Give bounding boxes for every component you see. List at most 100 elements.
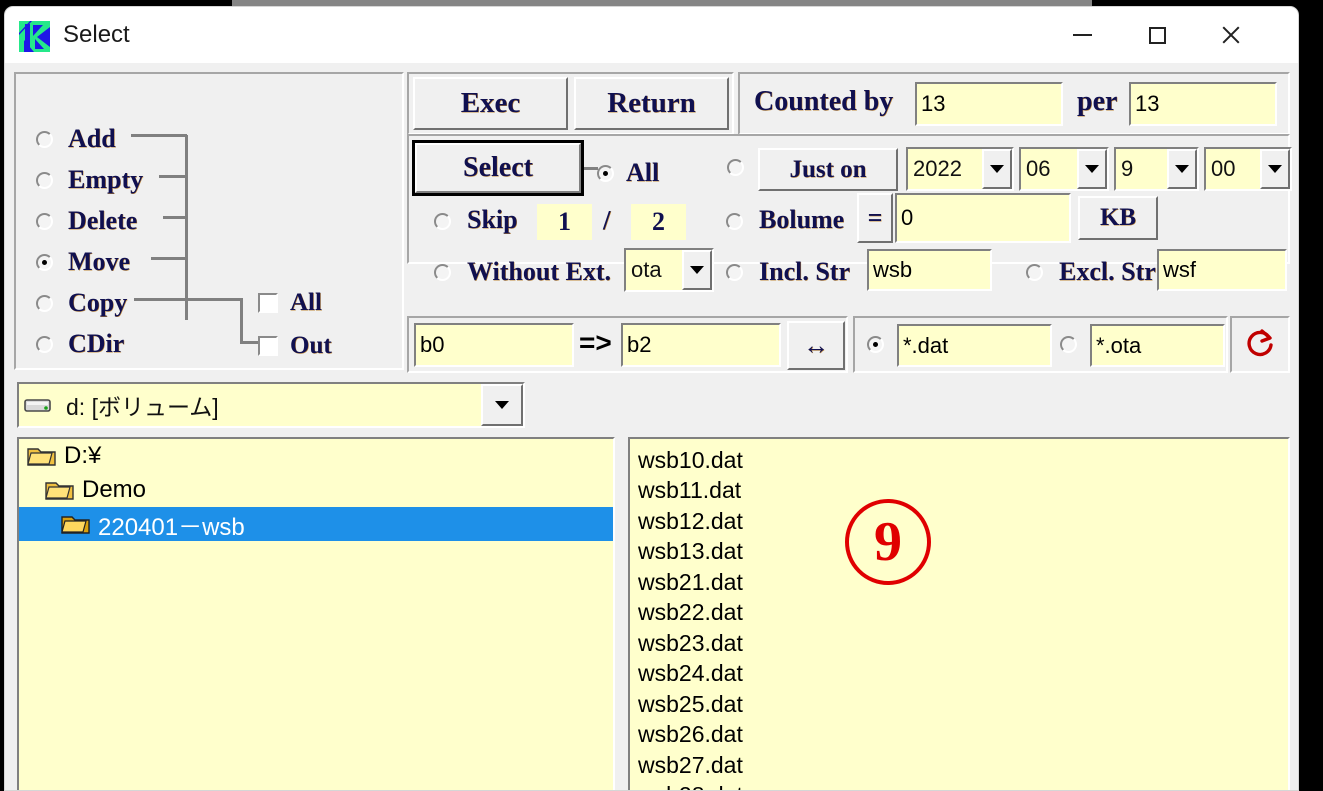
radio-without-ext[interactable] — [434, 264, 451, 281]
refresh-icon — [1247, 328, 1273, 356]
rename-to-input[interactable]: b2 — [621, 323, 781, 367]
drive-dropdown[interactable]: d: [ボリューム] — [17, 382, 525, 428]
folder-tree-pane[interactable]: D:¥ Demo 220401－wsb — [17, 437, 615, 790]
bolume-operator-button[interactable]: = — [857, 193, 893, 243]
list-item[interactable]: wsb27.dat — [630, 750, 1288, 781]
filter-dat-input[interactable]: *.dat — [897, 324, 1052, 367]
operation-option-copy[interactable]: Copy — [36, 288, 127, 318]
incl-str-value: wsb — [873, 257, 913, 282]
filter-group: *.dat *.ota — [853, 316, 1228, 373]
window-title: Select — [63, 21, 130, 48]
client-area: Add Empty Delete Move Copy CDir All Out … — [5, 63, 1298, 790]
list-item[interactable]: wsb24.dat — [630, 659, 1288, 690]
operation-option-add[interactable]: Add — [36, 124, 116, 154]
list-item[interactable]: wsb21.dat — [630, 567, 1288, 598]
list-item[interactable]: wsb22.dat — [630, 598, 1288, 629]
incl-str-input[interactable]: wsb — [867, 249, 992, 291]
checkbox-row-out[interactable]: Out — [258, 332, 332, 360]
per-value: 13 — [1135, 91, 1160, 116]
file-name: wsb21.dat — [638, 568, 743, 595]
chevron-down-icon-day[interactable] — [1167, 149, 1197, 189]
radio-empty[interactable] — [36, 171, 53, 189]
tree-item-220401-wsb-label: 220401－wsb — [98, 513, 245, 541]
scope-option-all[interactable]: All — [597, 158, 659, 188]
chevron-down-icon-month[interactable] — [1077, 149, 1107, 189]
radio-bolume[interactable] — [726, 213, 743, 230]
list-item[interactable]: wsb12.dat — [630, 506, 1288, 537]
exec-button-label: Exec — [460, 87, 521, 119]
close-button[interactable] — [1200, 7, 1262, 63]
list-item[interactable]: wsb11.dat — [630, 476, 1288, 507]
radio-move[interactable] — [36, 253, 53, 271]
chevron-down-icon-hour[interactable] — [1260, 149, 1290, 189]
list-item[interactable]: wsb25.dat — [630, 689, 1288, 720]
excl-str-input[interactable]: wsf — [1157, 249, 1287, 291]
file-name: wsb23.dat — [638, 629, 743, 656]
refresh-button[interactable] — [1232, 318, 1288, 371]
per-input[interactable]: 13 — [1129, 82, 1277, 126]
checkbox-all[interactable] — [258, 293, 278, 313]
checkbox-row-all[interactable]: All — [258, 289, 322, 317]
tree-item-220401-wsb[interactable]: 220401－wsb — [19, 507, 613, 541]
operation-option-empty[interactable]: Empty — [36, 165, 143, 195]
tree-item-root[interactable]: D:¥ — [19, 439, 613, 473]
maximize-button[interactable] — [1126, 7, 1188, 63]
tree-item-demo[interactable]: Demo — [19, 473, 613, 507]
radio-just-on[interactable] — [727, 159, 744, 176]
file-list[interactable]: wsb10.dat wsb11.dat wsb12.dat wsb13.dat … — [630, 439, 1288, 790]
day-value: 9 — [1121, 156, 1134, 181]
radio-skip[interactable] — [434, 213, 451, 230]
radio-all[interactable] — [597, 164, 614, 182]
list-item[interactable]: wsb28.dat — [630, 781, 1288, 790]
list-item[interactable]: wsb26.dat — [630, 720, 1288, 751]
radio-filter-ota[interactable] — [1060, 336, 1077, 353]
without-ext-dropdown[interactable]: ota — [624, 248, 714, 292]
chevron-down-icon-without-ext[interactable] — [682, 250, 712, 290]
select-button[interactable]: Select — [412, 140, 584, 196]
hour-dropdown[interactable]: 00 — [1204, 147, 1292, 191]
skip-denominator-value: 2 — [652, 207, 665, 236]
radio-excl-str[interactable] — [1026, 264, 1043, 281]
year-dropdown[interactable]: 2022 — [906, 147, 1014, 191]
excl-str-value: wsf — [1163, 257, 1196, 282]
radio-delete[interactable] — [36, 212, 53, 230]
just-on-button[interactable]: Just on — [758, 148, 898, 191]
radio-cdir[interactable] — [36, 335, 53, 353]
return-button[interactable]: Return — [574, 77, 729, 130]
operation-option-delete[interactable]: Delete — [36, 206, 137, 236]
operation-option-move[interactable]: Move — [36, 247, 130, 277]
radio-incl-str[interactable] — [726, 264, 743, 281]
radio-filter-dat[interactable] — [867, 336, 884, 353]
list-item[interactable]: wsb10.dat — [630, 445, 1288, 476]
checkbox-out[interactable] — [258, 336, 278, 356]
rename-from-input[interactable]: b0 — [414, 323, 574, 367]
rename-group: b0 => b2 ↔ — [407, 316, 848, 373]
skip-denominator-input[interactable]: 2 — [631, 204, 686, 240]
connector-line-move — [151, 257, 187, 260]
drive-icon — [24, 398, 51, 412]
exec-button[interactable]: Exec — [413, 77, 568, 130]
skip-numerator-value: 1 — [558, 207, 571, 236]
file-list-pane[interactable]: wsb10.dat wsb11.dat wsb12.dat wsb13.dat … — [628, 437, 1290, 790]
chevron-down-icon-year[interactable] — [982, 149, 1012, 189]
counted-by-input[interactable]: 13 — [915, 82, 1063, 126]
list-item[interactable]: wsb13.dat — [630, 537, 1288, 568]
file-name: wsb25.dat — [638, 690, 743, 717]
bolume-unit-button[interactable]: KB — [1078, 196, 1158, 240]
file-name: wsb28.dat — [638, 782, 743, 790]
radio-copy[interactable] — [36, 294, 53, 312]
chevron-down-icon-drive[interactable] — [481, 384, 523, 426]
list-item[interactable]: wsb23.dat — [630, 628, 1288, 659]
tree-item-root-label: D:¥ — [64, 442, 102, 469]
skip-numerator-input[interactable]: 1 — [537, 204, 592, 240]
radio-add[interactable] — [36, 130, 53, 148]
operation-label-copy: Copy — [68, 288, 128, 317]
month-dropdown[interactable]: 06 — [1019, 147, 1109, 191]
swap-button[interactable]: ↔ — [787, 321, 845, 370]
filter-ota-input[interactable]: *.ota — [1090, 324, 1225, 367]
minimize-button[interactable] — [1051, 7, 1113, 63]
operation-option-cdir[interactable]: CDir — [36, 329, 124, 359]
bolume-input[interactable]: 0 — [895, 193, 1071, 243]
day-dropdown[interactable]: 9 — [1114, 147, 1199, 191]
operation-label-cdir: CDir — [68, 329, 125, 358]
